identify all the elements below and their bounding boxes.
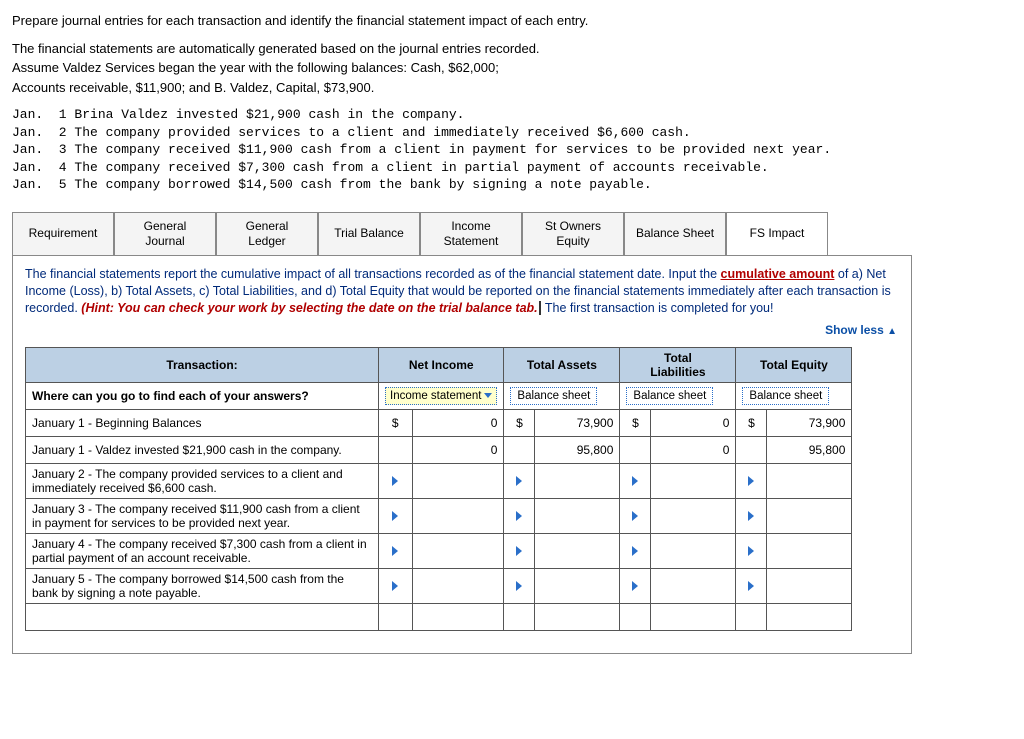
tab-balance-sheet[interactable]: Balance Sheet bbox=[624, 212, 726, 255]
tab-income-statement[interactable]: Income Statement bbox=[420, 212, 522, 255]
answer-net-income-source[interactable]: Income statement bbox=[379, 382, 504, 409]
row-marker-icon bbox=[516, 476, 522, 486]
tab-fs-impact[interactable]: FS Impact bbox=[726, 212, 828, 255]
answer-total-assets-source[interactable]: Balance sheet bbox=[504, 382, 620, 409]
row-marker-icon bbox=[632, 476, 638, 486]
total-assets-input[interactable] bbox=[535, 498, 620, 533]
total-liabilities-input[interactable]: 0 bbox=[651, 409, 736, 436]
total-equity-input[interactable] bbox=[767, 463, 852, 498]
total-liabilities-input[interactable] bbox=[651, 498, 736, 533]
instructions: Prepare journal entries for each transac… bbox=[12, 12, 1012, 96]
table-row: January 4 - The company received $7,300 … bbox=[26, 533, 852, 568]
txn-label: January 1 - Valdez invested $21,900 cash… bbox=[26, 436, 379, 463]
total-liabilities-input[interactable] bbox=[651, 463, 736, 498]
txn-label: January 2 - The company provided service… bbox=[26, 463, 379, 498]
row-marker-icon bbox=[632, 581, 638, 591]
col-net-income: Net Income bbox=[379, 347, 504, 382]
tab-general-journal[interactable]: General Journal bbox=[114, 212, 216, 255]
total-liabilities-input[interactable] bbox=[651, 533, 736, 568]
total-equity-input[interactable]: 95,800 bbox=[767, 436, 852, 463]
answer-total-equity-source[interactable]: Balance sheet bbox=[736, 382, 852, 409]
total-assets-input[interactable]: 95,800 bbox=[535, 436, 620, 463]
net-income-input[interactable]: 0 bbox=[412, 436, 504, 463]
table-row: January 1 - Valdez invested $21,900 cash… bbox=[26, 436, 852, 463]
total-equity-input[interactable] bbox=[767, 498, 852, 533]
chevron-up-icon: ▲ bbox=[887, 326, 897, 337]
tab-general-ledger[interactable]: General Ledger bbox=[216, 212, 318, 255]
row-marker-icon bbox=[516, 581, 522, 591]
row-marker-icon bbox=[748, 581, 754, 591]
row-marker-icon bbox=[748, 546, 754, 556]
fs-impact-panel: The financial statements report the cumu… bbox=[12, 255, 912, 654]
table-row bbox=[26, 603, 852, 630]
net-income-input[interactable] bbox=[412, 498, 504, 533]
total-assets-input[interactable] bbox=[535, 568, 620, 603]
net-income-input[interactable]: 0 bbox=[412, 409, 504, 436]
row-marker-icon bbox=[392, 581, 398, 591]
answer-total-liabilities-source[interactable]: Balance sheet bbox=[620, 382, 736, 409]
txn-label: January 5 - The company borrowed $14,500… bbox=[26, 568, 379, 603]
total-equity-input[interactable] bbox=[767, 533, 852, 568]
table-row: January 2 - The company provided service… bbox=[26, 463, 852, 498]
col-total-equity: Total Equity bbox=[736, 347, 852, 382]
total-assets-input[interactable] bbox=[535, 463, 620, 498]
table-row: January 5 - The company borrowed $14,500… bbox=[26, 568, 852, 603]
tab-trial-balance[interactable]: Trial Balance bbox=[318, 212, 420, 255]
table-row: January 1 - Beginning Balances $0 $73,90… bbox=[26, 409, 852, 436]
row-marker-icon bbox=[748, 511, 754, 521]
answer-location-question: Where can you go to find each of your an… bbox=[26, 382, 379, 409]
tab-requirement[interactable]: Requirement bbox=[12, 212, 114, 255]
total-equity-input[interactable] bbox=[767, 568, 852, 603]
total-liabilities-input[interactable] bbox=[651, 568, 736, 603]
text-cursor bbox=[539, 301, 541, 315]
total-equity-input[interactable]: 73,900 bbox=[767, 409, 852, 436]
col-total-liabilities: Total Liabilities bbox=[620, 347, 736, 382]
chevron-down-icon bbox=[484, 393, 492, 398]
row-marker-icon bbox=[516, 546, 522, 556]
net-income-input[interactable] bbox=[412, 533, 504, 568]
row-marker-icon bbox=[748, 476, 754, 486]
total-liabilities-input[interactable]: 0 bbox=[651, 436, 736, 463]
txn-label: January 1 - Beginning Balances bbox=[26, 409, 379, 436]
row-marker-icon bbox=[632, 511, 638, 521]
row-marker-icon bbox=[516, 511, 522, 521]
row-marker-icon bbox=[392, 476, 398, 486]
row-marker-icon bbox=[392, 546, 398, 556]
instr-line3: Assume Valdez Services began the year wi… bbox=[12, 59, 1012, 77]
fs-impact-table: Transaction: Net Income Total Assets Tot… bbox=[25, 347, 852, 631]
txn-label: January 3 - The company received $11,900… bbox=[26, 498, 379, 533]
journal-entries-text: Jan. 1 Brina Valdez invested $21,900 cas… bbox=[12, 106, 1012, 194]
total-assets-input[interactable] bbox=[535, 533, 620, 568]
show-less-toggle[interactable]: Show less ▲ bbox=[25, 323, 897, 337]
table-row: January 3 - The company received $11,900… bbox=[26, 498, 852, 533]
instr-line2: The financial statements are automatical… bbox=[12, 40, 1012, 58]
panel-description: The financial statements report the cumu… bbox=[25, 266, 899, 317]
net-income-input[interactable] bbox=[412, 463, 504, 498]
col-transaction: Transaction: bbox=[26, 347, 379, 382]
instr-line1: Prepare journal entries for each transac… bbox=[12, 12, 1012, 30]
total-assets-input[interactable]: 73,900 bbox=[535, 409, 620, 436]
net-income-input[interactable] bbox=[412, 568, 504, 603]
tab-bar: Requirement General Journal General Ledg… bbox=[12, 212, 912, 255]
instr-line4: Accounts receivable, $11,900; and B. Val… bbox=[12, 79, 1012, 97]
row-marker-icon bbox=[632, 546, 638, 556]
txn-label: January 4 - The company received $7,300 … bbox=[26, 533, 379, 568]
tab-st-owners-equity[interactable]: St Owners Equity bbox=[522, 212, 624, 255]
col-total-assets: Total Assets bbox=[504, 347, 620, 382]
row-marker-icon bbox=[392, 511, 398, 521]
